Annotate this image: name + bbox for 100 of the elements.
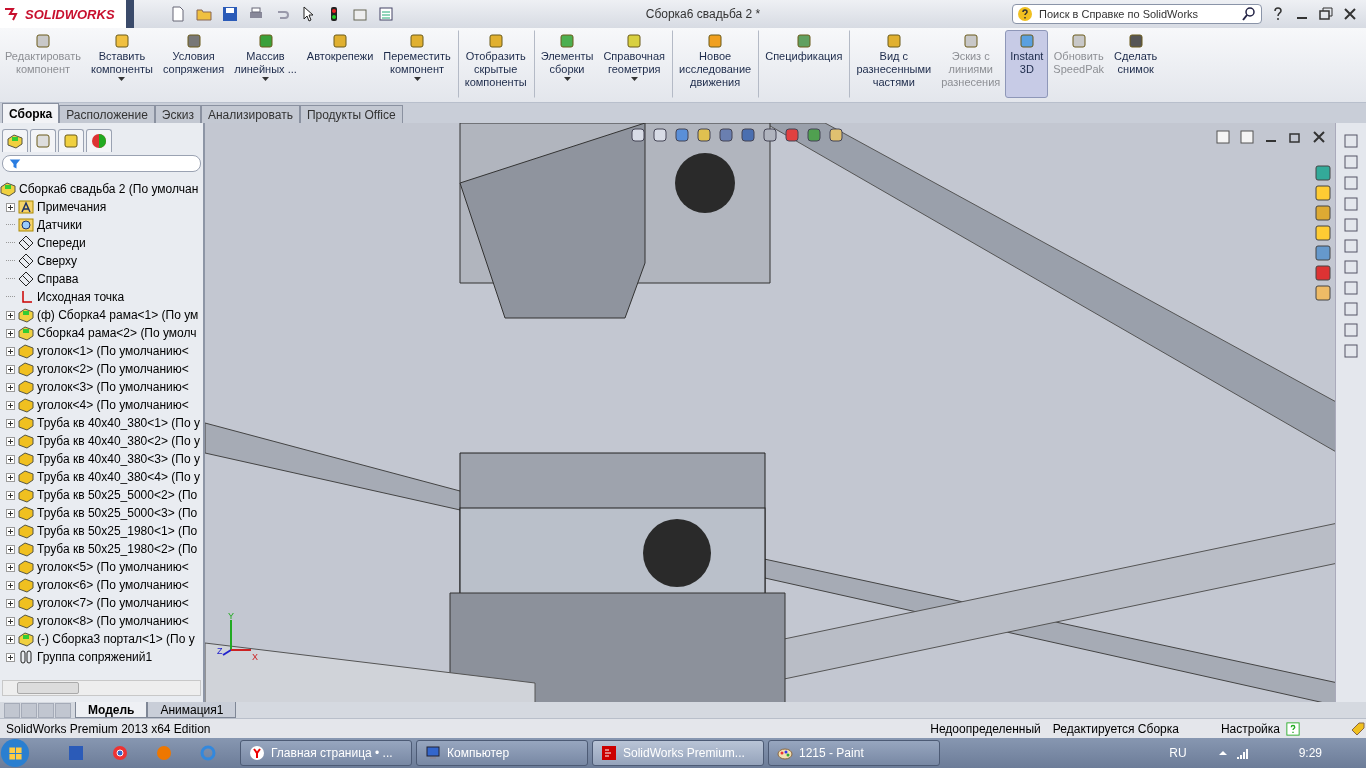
tree-item[interactable]: Труба кв 40x40_380<2> (По у bbox=[0, 432, 203, 450]
tree-item[interactable]: Группа сопряжений1 bbox=[0, 648, 203, 666]
tree-item[interactable]: Труба кв 50x25_5000<2> (По bbox=[0, 486, 203, 504]
command-button[interactable]: Отобразить скрытые компоненты bbox=[457, 30, 532, 98]
expand-icon[interactable] bbox=[6, 616, 15, 626]
status-text: SolidWorks Premium 2013 x64 Edition bbox=[5, 721, 212, 736]
save-icon[interactable] bbox=[222, 6, 238, 22]
model-tab[interactable]: Анимация1 bbox=[147, 702, 237, 718]
tree-item[interactable]: Труба кв 40x40_380<3> (По у bbox=[0, 450, 203, 468]
command-button[interactable]: Сделать снимок bbox=[1109, 30, 1163, 98]
ribbon-tab[interactable]: Анализировать bbox=[200, 105, 300, 123]
tree-item[interactable]: Сборка6 свадьба 2 (По умолчан bbox=[0, 180, 203, 198]
expand-icon[interactable] bbox=[6, 544, 15, 554]
command-button[interactable]: Переместить компонент bbox=[378, 30, 456, 98]
command-button[interactable]: Массив линейных ... bbox=[229, 30, 302, 98]
expand-icon[interactable] bbox=[6, 580, 15, 590]
open-folder-icon[interactable] bbox=[196, 6, 212, 22]
tree-item[interactable]: Труба кв 50x25_5000<3> (По bbox=[0, 504, 203, 522]
tree-item[interactable]: (ф) Сборка4 рама<1> (По ум bbox=[0, 306, 203, 324]
ribbon-tab[interactable]: Эскиз bbox=[154, 105, 201, 123]
select-pointer-icon[interactable] bbox=[300, 6, 316, 22]
close-icon[interactable] bbox=[1311, 129, 1327, 145]
help-search-bar[interactable]: Поиск в Справке по SolidWorks bbox=[1012, 4, 1262, 24]
tree-item[interactable]: уголок<5> (По умолчанию< bbox=[0, 558, 203, 576]
tree-item[interactable]: Датчики bbox=[0, 216, 203, 234]
expand-icon[interactable] bbox=[6, 490, 15, 500]
close-icon[interactable] bbox=[1342, 6, 1358, 22]
language-indicator[interactable]: RU bbox=[1169, 746, 1187, 760]
expand-icon[interactable] bbox=[6, 652, 15, 662]
property-manager-tab[interactable] bbox=[30, 129, 56, 152]
expand-icon[interactable] bbox=[6, 436, 15, 446]
tree-item[interactable]: Труба кв 40x40_380<4> (По у bbox=[0, 468, 203, 486]
tag-icon bbox=[1350, 720, 1366, 737]
tree-item[interactable]: Примечания bbox=[0, 198, 203, 216]
tree-item[interactable]: уголок<6> (По умолчанию< bbox=[0, 576, 203, 594]
tree-item[interactable]: Труба кв 40x40_380<1> (По у bbox=[0, 414, 203, 432]
expand-icon[interactable] bbox=[6, 418, 15, 428]
expand-icon[interactable] bbox=[6, 634, 15, 644]
settings-link[interactable]: Настройка bbox=[1214, 721, 1286, 736]
new-document-icon[interactable] bbox=[170, 6, 186, 22]
restore-icon[interactable] bbox=[1318, 6, 1334, 22]
command-button[interactable]: Условия сопряжения bbox=[157, 30, 230, 98]
expand-icon[interactable] bbox=[6, 526, 15, 536]
tree-item[interactable]: (-) Сборка3 портал<1> (По у bbox=[0, 630, 203, 648]
expand-icon[interactable] bbox=[6, 472, 15, 482]
tree-item[interactable]: уголок<2> (По умолчанию< bbox=[0, 360, 203, 378]
command-button[interactable]: Справочная геометрия bbox=[598, 30, 671, 98]
tree-item[interactable]: Справа bbox=[0, 270, 203, 288]
command-button[interactable]: Спецификация bbox=[758, 30, 848, 98]
assembly-icon bbox=[18, 631, 34, 647]
horizontal-scrollbar[interactable] bbox=[2, 680, 201, 696]
command-button[interactable]: Автокрепежи bbox=[301, 30, 379, 98]
command-button[interactable]: Вид с разнесенными частями bbox=[849, 30, 937, 98]
sensor-folder-icon bbox=[18, 217, 34, 233]
appearance-tab[interactable] bbox=[86, 129, 112, 152]
tree-item[interactable]: Сборка4 рама<2> (По умолч bbox=[0, 324, 203, 342]
expand-icon[interactable] bbox=[6, 562, 15, 572]
configuration-manager-tab[interactable] bbox=[58, 129, 84, 152]
tree-item[interactable]: уголок<7> (По умолчанию< bbox=[0, 594, 203, 612]
expand-icon[interactable] bbox=[6, 454, 15, 464]
x-axis: X bbox=[230, 649, 258, 662]
tree-item[interactable]: уголок<8> (По умолчанию< bbox=[0, 612, 203, 630]
tree-item[interactable]: Труба кв 50x25_1980<2> (По bbox=[0, 540, 203, 558]
expand-icon[interactable] bbox=[6, 202, 15, 212]
part-icon bbox=[18, 451, 34, 467]
model-tab[interactable]: Модель bbox=[75, 702, 148, 718]
command-button[interactable]: Instant 3D bbox=[1005, 30, 1049, 98]
status-text: Редактируется Сборка bbox=[1051, 721, 1180, 736]
tree-item[interactable]: Спереди bbox=[0, 234, 203, 252]
assembly-icon bbox=[18, 307, 34, 323]
tree-item[interactable]: уголок<3> (По умолчанию< bbox=[0, 378, 203, 396]
expand-icon[interactable] bbox=[6, 328, 15, 338]
filter-field[interactable] bbox=[2, 155, 201, 172]
expand-icon[interactable] bbox=[6, 400, 15, 410]
tree-item[interactable]: уголок<1> (По умолчанию< bbox=[0, 342, 203, 360]
help-icon bbox=[1286, 721, 1300, 736]
ribbon-tab[interactable]: Расположение bbox=[59, 105, 155, 123]
tree-item[interactable]: Исходная точка bbox=[0, 288, 203, 306]
part-icon bbox=[18, 361, 34, 377]
feature-manager-tab[interactable] bbox=[2, 129, 28, 152]
command-button[interactable]: Элементы сборки bbox=[533, 30, 599, 98]
tree-item[interactable]: уголок<4> (По умолчанию< bbox=[0, 396, 203, 414]
assembly-icon bbox=[0, 181, 16, 197]
clock[interactable]: 9:29 bbox=[1298, 746, 1322, 760]
tree-item[interactable]: Сверху bbox=[0, 252, 203, 270]
tree-item[interactable]: Труба кв 50x25_1980<1> (По bbox=[0, 522, 203, 540]
expand-icon[interactable] bbox=[6, 364, 15, 374]
command-button[interactable]: Новое исследование движения bbox=[672, 30, 757, 98]
expand-icon[interactable] bbox=[6, 310, 15, 320]
ribbon-tab[interactable]: Продукты Office bbox=[299, 105, 403, 123]
expand-icon[interactable] bbox=[6, 598, 15, 608]
command-button[interactable]: Вставить компоненты bbox=[86, 30, 158, 98]
search-input[interactable]: Поиск в Справке по SolidWorks bbox=[1037, 7, 1237, 21]
checklist-icon[interactable] bbox=[378, 6, 394, 22]
ribbon-tab[interactable]: Сборка bbox=[2, 103, 60, 123]
expand-icon[interactable] bbox=[6, 346, 15, 356]
part-icon bbox=[18, 469, 34, 485]
expand-icon[interactable] bbox=[6, 508, 15, 518]
expand-icon[interactable] bbox=[6, 382, 15, 392]
part-icon bbox=[18, 577, 34, 593]
